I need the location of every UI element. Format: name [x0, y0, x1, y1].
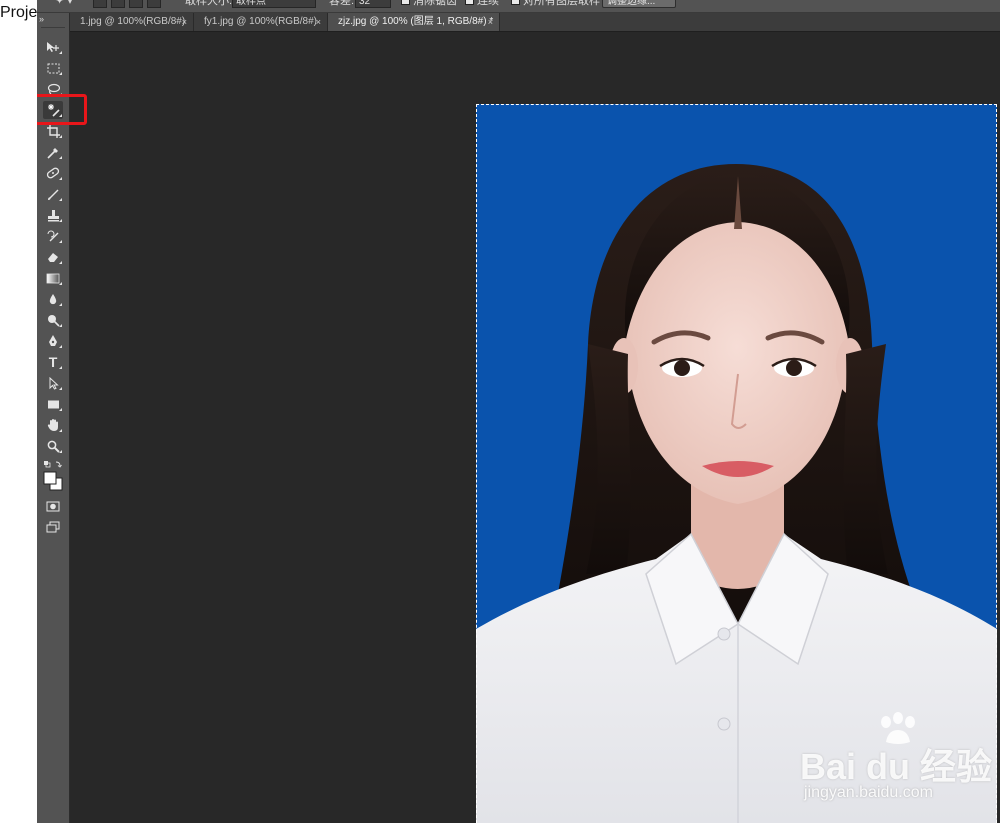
watermark-brand: Bai du 经验 — [800, 746, 993, 787]
watermark-site: jingyan.baidu.com — [804, 784, 933, 801]
desktop-strip: Proje — [0, 0, 37, 823]
eyedropper-icon[interactable] — [43, 143, 63, 161]
refine-edge-button[interactable]: 调整边缘... — [602, 0, 676, 8]
bandage-icon[interactable] — [43, 164, 63, 182]
sample-size-select[interactable]: 取样点 — [232, 0, 316, 8]
tolerance-input[interactable]: 32 — [355, 0, 391, 8]
arrow-icon[interactable] — [43, 374, 63, 392]
type-icon[interactable]: T — [43, 353, 63, 371]
drop-icon[interactable] — [43, 290, 63, 308]
intersect-selection-button[interactable] — [147, 0, 161, 8]
close-icon[interactable]: × — [488, 13, 493, 31]
toolbox-divider — [41, 27, 65, 28]
history-brush-icon[interactable] — [43, 227, 63, 245]
tab-title: fy1.jpg @ 100%(RGB/8#) — [204, 16, 317, 27]
tolerance-label: 容差: — [329, 0, 355, 7]
canvas-area[interactable]: Bai du 经验 jingyan.baidu.com — [70, 32, 1000, 823]
eraser-icon[interactable] — [43, 248, 63, 266]
options-bar: ✦ ▾ 取样大小: 取样点 容差: 32 消除锯齿 连续 对所有图层取样 调整边… — [37, 0, 1000, 13]
type-tool-glyph: T — [48, 354, 58, 370]
tab-title: zjz.jpg @ 100% (图层 1, RGB/8#) * — [338, 16, 494, 27]
color-swatches[interactable] — [41, 469, 65, 493]
gradient-icon[interactable] — [43, 269, 63, 287]
close-icon[interactable]: × — [316, 13, 321, 31]
stamp-icon[interactable] — [43, 206, 63, 224]
add-selection-button[interactable] — [111, 0, 125, 8]
contiguous-label: 连续 — [477, 0, 499, 7]
wand-preset-icon[interactable]: ✦ ▾ — [55, 0, 73, 8]
screen-mode-icon[interactable] — [43, 518, 63, 536]
tab-zjz-jpg[interactable]: zjz.jpg @ 100% (图层 1, RGB/8#) * × — [328, 13, 500, 31]
close-icon[interactable]: × — [182, 13, 187, 31]
tab-title: 1.jpg @ 100%(RGB/8#) — [80, 16, 186, 27]
sample-size-label: 取样大小: — [185, 0, 233, 7]
new-selection-button[interactable] — [93, 0, 107, 8]
quick-mask-icon[interactable] — [43, 497, 63, 515]
antialias-checkbox[interactable] — [401, 0, 410, 5]
move-icon[interactable] — [43, 38, 63, 56]
brush-icon[interactable] — [43, 185, 63, 203]
sample-all-layers-checkbox[interactable] — [511, 0, 520, 5]
marquee-icon[interactable] — [43, 59, 63, 77]
rectangle-icon[interactable] — [43, 395, 63, 413]
hand-icon[interactable] — [43, 416, 63, 434]
dodge-icon[interactable] — [43, 311, 63, 329]
sample-all-layers-label: 对所有图层取样 — [523, 0, 600, 7]
document-tabs: 1.jpg @ 100%(RGB/8#) × fy1.jpg @ 100%(RG… — [70, 13, 1000, 32]
tab-1-jpg[interactable]: 1.jpg @ 100%(RGB/8#) × — [70, 13, 194, 31]
antialias-label: 消除锯齿 — [413, 0, 457, 7]
pen-icon[interactable] — [43, 332, 63, 350]
collapse-panel-icon[interactable]: » — [39, 15, 44, 24]
magic-wand-highlight — [37, 94, 87, 125]
project-label: Proje — [0, 4, 38, 21]
baidu-watermark: Bai du 经验 jingyan.baidu.com — [800, 712, 1000, 812]
tools-panel: » T — [37, 13, 70, 823]
contiguous-checkbox[interactable] — [465, 0, 474, 5]
tab-fy1-jpg[interactable]: fy1.jpg @ 100%(RGB/8#) × — [194, 13, 328, 31]
photoshop-window: ✦ ▾ 取样大小: 取样点 容差: 32 消除锯齿 连续 对所有图层取样 调整边… — [37, 0, 1000, 823]
subtract-selection-button[interactable] — [129, 0, 143, 8]
magnifier-icon[interactable] — [43, 437, 63, 455]
